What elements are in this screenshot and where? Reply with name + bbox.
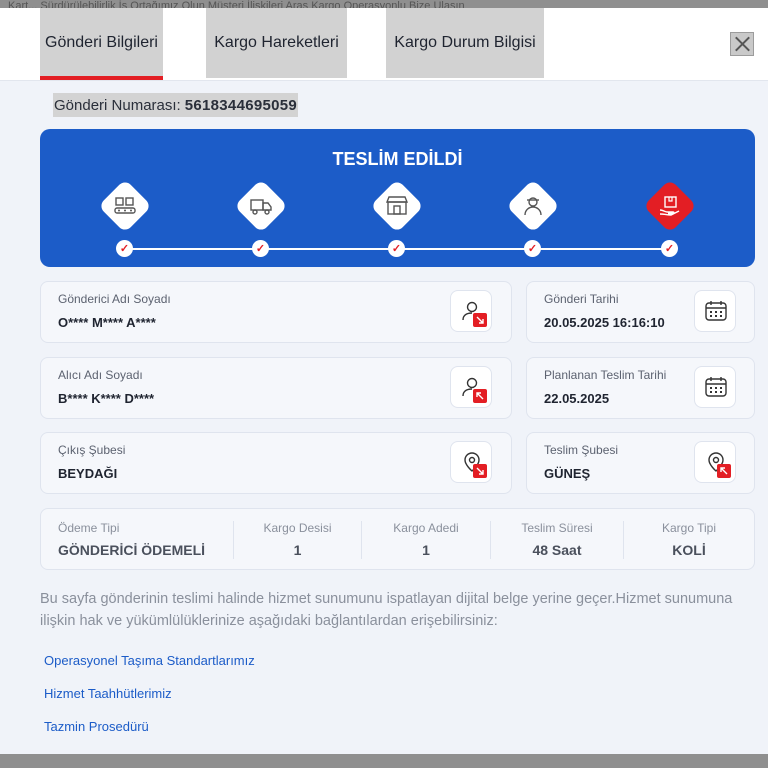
info-value: 1 <box>422 542 430 558</box>
delivery-branch-card: Teslim Şubesi GÜNEŞ <box>526 432 755 494</box>
location-pin-icon <box>450 441 492 483</box>
origin-branch-card: Çıkış Şubesi BEYDAĞI <box>40 432 512 494</box>
info-cargo-count: Kargo Adedi 1 <box>362 509 490 569</box>
info-label: Teslim Süresi <box>521 521 593 535</box>
info-value: 48 Saat <box>532 542 582 558</box>
shipment-number-value: 5618344695059 <box>184 96 298 114</box>
arrow-up-left-icon <box>473 389 487 403</box>
calendar-icon <box>694 290 736 332</box>
tab-label: Gönderi Bilgileri <box>45 34 158 51</box>
info-label: Kargo Desisi <box>263 521 332 535</box>
sender-label: Gönderici Adı Soyadı <box>58 292 171 306</box>
sender-person-icon <box>450 290 492 332</box>
status-panel: TESLİM EDİLDİ ✓ ✓ ✓ ✓ ✓ <box>40 129 755 267</box>
info-payment-type: Ödeme Tipi GÖNDERİCİ ÖDEMELİ <box>58 509 233 569</box>
send-date-card: Gönderi Tarihi 20.05.2025 16:16:10 <box>526 281 755 343</box>
tab-bar: Gönderi Bilgileri Kargo Hareketleri Karg… <box>0 8 768 81</box>
step-check-icon: ✓ <box>524 240 541 257</box>
shipment-modal: Gönderi Bilgileri Kargo Hareketleri Karg… <box>0 8 768 754</box>
planned-date-label: Planlanan Teslim Tarihi <box>544 368 667 382</box>
arrow-down-right-icon <box>473 313 487 327</box>
link-operational-standards[interactable]: Operasyonel Taşıma Standartlarımız <box>44 653 255 668</box>
hand-package-icon <box>643 179 697 233</box>
info-cargo-type: Kargo Tipi KOLİ <box>624 509 754 569</box>
receiver-value: B**** K**** D**** <box>58 391 155 406</box>
sender-card: Gönderici Adı Soyadı O**** M**** A**** <box>40 281 512 343</box>
info-label: Kargo Adedi <box>393 521 459 535</box>
info-label: Kargo Tipi <box>661 521 717 535</box>
origin-branch-label: Çıkış Şubesi <box>58 443 126 457</box>
info-value: KOLİ <box>672 542 706 558</box>
send-date-label: Gönderi Tarihi <box>544 292 619 306</box>
planned-date-card: Planlanan Teslim Tarihi 22.05.2025 <box>526 357 755 419</box>
step-check-icon: ✓ <box>661 240 678 257</box>
send-date-value: 20.05.2025 16:16:10 <box>544 315 665 330</box>
sender-value: O**** M**** A**** <box>58 315 156 330</box>
origin-branch-value: BEYDAĞI <box>58 466 118 481</box>
info-delivery-time: Teslim Süresi 48 Saat <box>491 509 623 569</box>
legal-description: Bu sayfa gönderinin teslimi halinde hizm… <box>40 591 733 629</box>
close-icon[interactable] <box>730 32 754 56</box>
courier-person-icon <box>506 179 560 233</box>
calendar-icon <box>694 366 736 408</box>
receiver-person-icon <box>450 366 492 408</box>
receiver-card: Alıcı Adı Soyadı B**** K**** D**** <box>40 357 512 419</box>
planned-date-value: 22.05.2025 <box>544 391 610 406</box>
link-service-commitments[interactable]: Hizmet Taahhütlerimiz <box>44 686 172 701</box>
arrow-up-left-icon <box>717 464 731 478</box>
delivery-branch-value: GÜNEŞ <box>544 466 591 481</box>
info-cargo-desi: Kargo Desisi 1 <box>234 509 361 569</box>
info-label: Ödeme Tipi <box>58 521 120 535</box>
arrow-down-right-icon <box>473 464 487 478</box>
info-value: 1 <box>293 542 302 558</box>
tab-label: Kargo Durum Bilgisi <box>394 34 536 51</box>
tab-label: Kargo Hareketleri <box>214 34 339 51</box>
delivery-truck-icon <box>234 179 288 233</box>
receiver-label: Alıcı Adı Soyadı <box>58 368 143 382</box>
step-check-icon: ✓ <box>388 240 405 257</box>
info-value: GÖNDERİCİ ÖDEMELİ <box>58 542 206 558</box>
tab-kargo-hareketleri[interactable]: Kargo Hareketleri <box>206 8 347 78</box>
branch-store-icon <box>370 179 424 233</box>
shipment-number: Gönderi Numarası: 5618344695059 <box>53 93 299 117</box>
conveyor-boxes-icon <box>98 179 152 233</box>
step-check-icon: ✓ <box>116 240 133 257</box>
tab-gonderi-bilgileri[interactable]: Gönderi Bilgileri <box>40 8 163 80</box>
link-compensation-procedure[interactable]: Tazmin Prosedürü <box>44 719 149 734</box>
location-pin-icon <box>694 441 736 483</box>
shipment-number-label: Gönderi Numarası: <box>54 96 181 114</box>
shipment-info-strip: Ödeme Tipi GÖNDERİCİ ÖDEMELİ Kargo Desis… <box>40 508 755 570</box>
step-check-icon: ✓ <box>252 240 269 257</box>
tab-kargo-durum-bilgisi[interactable]: Kargo Durum Bilgisi <box>386 8 544 78</box>
delivery-branch-label: Teslim Şubesi <box>544 443 619 457</box>
status-title: TESLİM EDİLDİ <box>332 149 463 169</box>
